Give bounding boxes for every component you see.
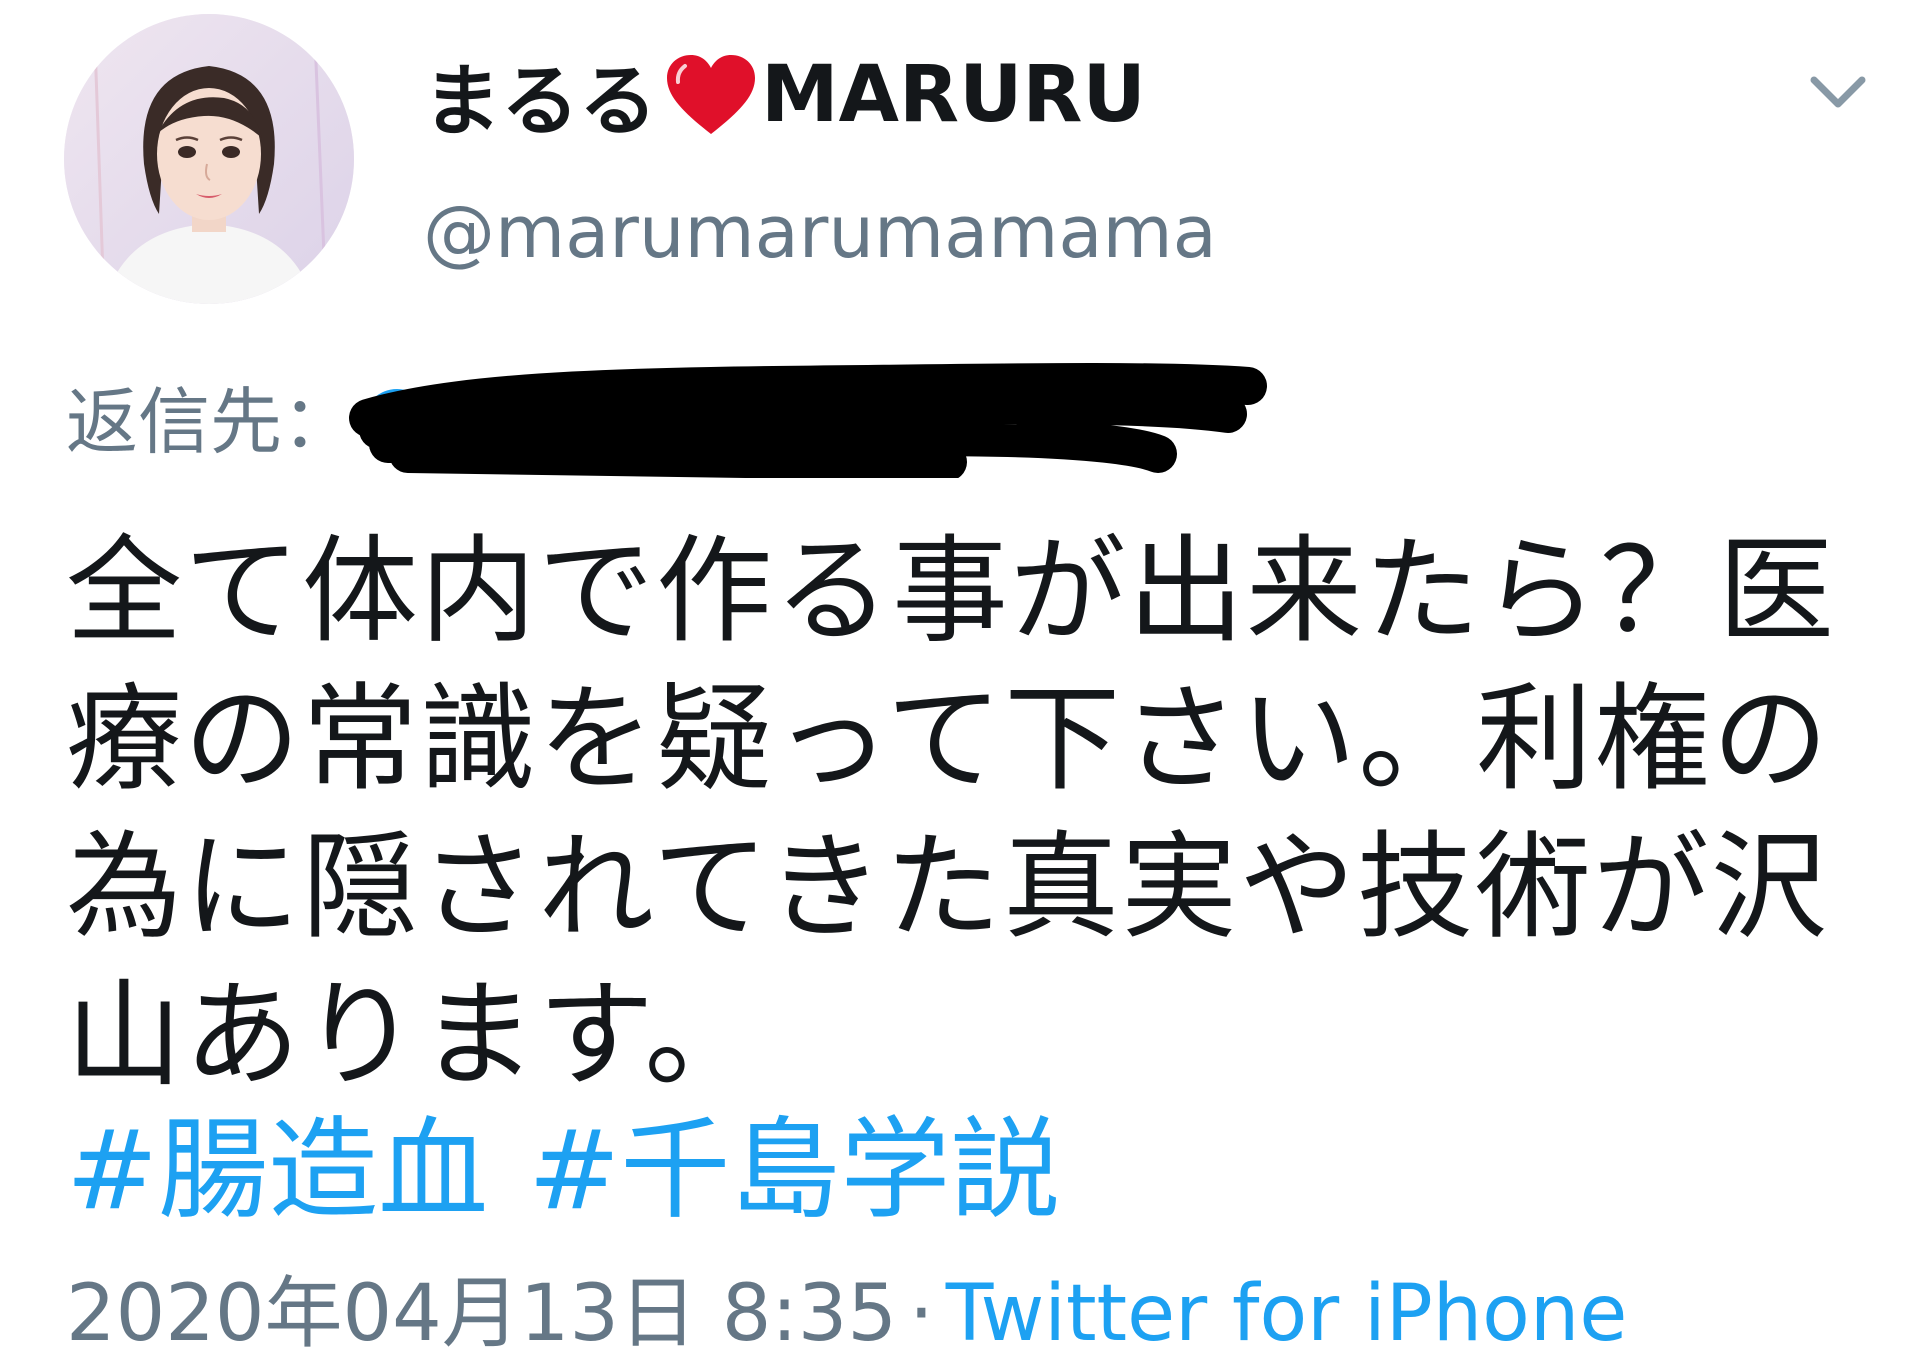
reply-label: 返信先： [66, 379, 355, 464]
hashtag-link[interactable]: #千島学説 [528, 1106, 1060, 1234]
display-name-suffix: MARURU [761, 50, 1146, 140]
hashtag-list: #腸造血 #千島学説 [66, 1105, 1100, 1235]
tweet-text: 全て体内で作る事が出来たら？医療の常識を疑って下さい。利権の為に隠されてきた真実… [66, 524, 1836, 1103]
avatar[interactable] [64, 14, 354, 304]
hashtag-link[interactable]: #腸造血 [66, 1106, 488, 1234]
display-name-text: まるる [423, 57, 658, 147]
timestamp[interactable]: 2020年04月13日 8:35 [66, 1269, 897, 1359]
red-heart-icon [663, 52, 759, 138]
user-handle[interactable]: @marumarumamama [423, 190, 1217, 274]
meta-separator: · [908, 1269, 934, 1359]
tweet-meta: 2020年04月13日 8:35 · Twitter for iPhone [66, 1268, 1627, 1360]
display-name[interactable]: まるる MARURU [423, 50, 1146, 147]
source-link[interactable]: Twitter for iPhone [946, 1269, 1628, 1359]
reply-to-row: 返信先： @a [66, 363, 1268, 478]
redaction-scribble [349, 363, 1268, 478]
chevron-down-icon[interactable] [1806, 68, 1870, 116]
reply-target-link[interactable]: @a [349, 363, 1268, 478]
reply-target-handle: @a [360, 373, 477, 457]
